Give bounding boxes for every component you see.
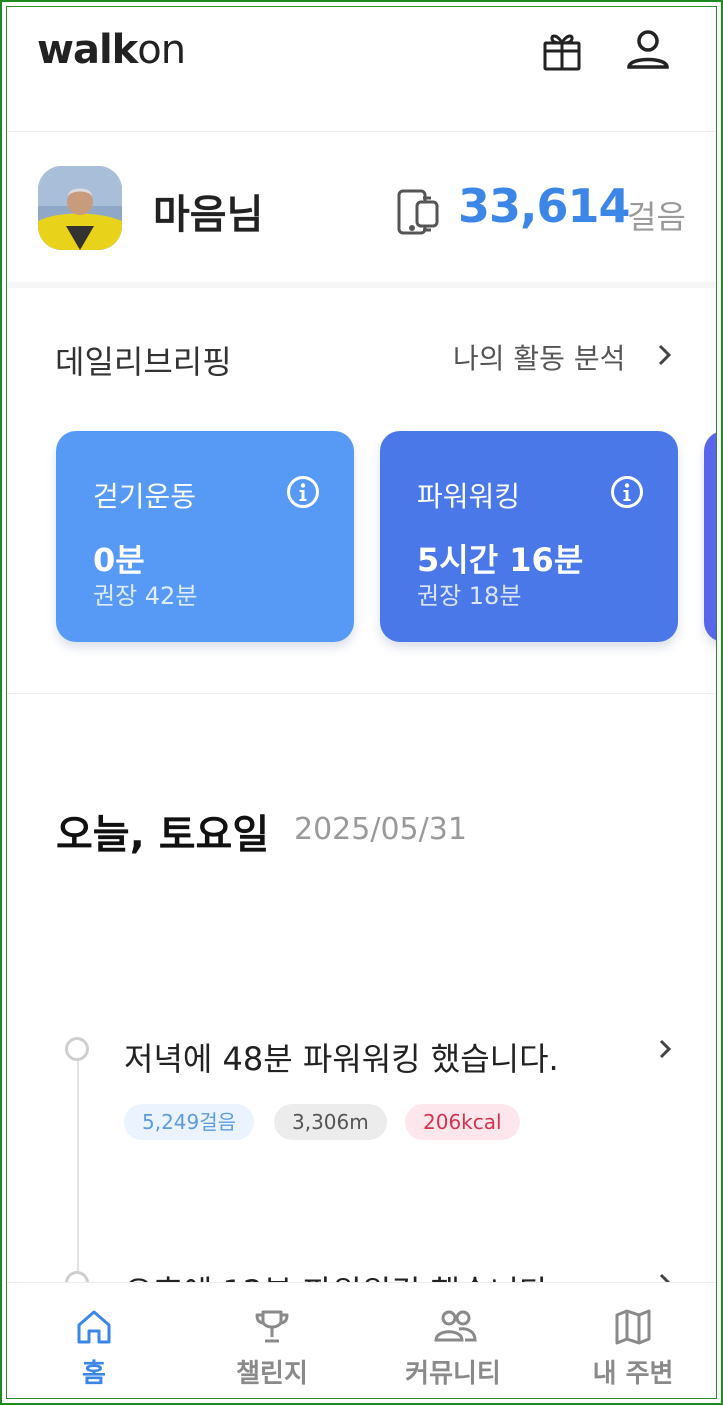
power-walking-card[interactable]: 파워워킹 5시간 16분 권장 18분 bbox=[380, 431, 678, 642]
user-name: 마음님 bbox=[153, 192, 264, 238]
card-value: 0분 bbox=[93, 541, 145, 579]
distance-badge: 3,306m bbox=[274, 1104, 387, 1140]
daily-briefing-title: 데일리브리핑 bbox=[55, 343, 232, 381]
divider bbox=[7, 693, 716, 694]
chevron-right-icon[interactable] bbox=[653, 337, 677, 373]
home-icon bbox=[74, 1307, 114, 1347]
walkon-logo[interactable]: walkon bbox=[37, 27, 186, 73]
nav-nearby[interactable]: 내 주변 bbox=[568, 1283, 698, 1398]
logo-text-bold: walk bbox=[37, 27, 138, 73]
gift-icon[interactable] bbox=[537, 25, 587, 75]
card-title: 파워워킹 bbox=[417, 480, 521, 513]
next-card-peek[interactable] bbox=[704, 431, 716, 642]
info-icon[interactable] bbox=[286, 475, 320, 509]
today-date: 2025/05/31 bbox=[294, 812, 467, 847]
timeline-dot bbox=[65, 1037, 89, 1061]
top-header: walkon bbox=[7, 7, 716, 132]
nav-challenge[interactable]: 챌린지 bbox=[207, 1283, 337, 1398]
activity-analysis-link[interactable]: 나의 활동 분석 bbox=[453, 337, 625, 377]
app-screen: walkon 마음님 33,614 걸음 데일리브리핑 나의 활동 분석 걷기운… bbox=[6, 6, 717, 1399]
activity-title[interactable]: 저녁에 48분 파워워킹 했습니다. bbox=[124, 1034, 559, 1080]
step-unit: 걸음 bbox=[627, 198, 686, 236]
nav-community[interactable]: 커뮤니티 bbox=[388, 1283, 518, 1398]
timeline-line bbox=[77, 1060, 79, 1290]
nav-label: 홈 bbox=[82, 1359, 106, 1389]
card-title: 걷기운동 bbox=[93, 480, 197, 513]
nav-label: 내 주변 bbox=[592, 1359, 674, 1389]
nav-label: 커뮤니티 bbox=[405, 1359, 501, 1389]
steps-badge: 5,249걸음 bbox=[124, 1104, 255, 1140]
card-value: 5시간 16분 bbox=[417, 541, 584, 579]
nav-label: 챌린지 bbox=[236, 1359, 308, 1389]
community-icon bbox=[433, 1307, 477, 1347]
logo-text-light: on bbox=[137, 27, 186, 73]
phone-watch-icon bbox=[395, 188, 443, 238]
step-count: 33,614 bbox=[458, 179, 631, 233]
bottom-navigation: 홈 챌린지 커뮤니티 내 주변 bbox=[7, 1282, 716, 1398]
chevron-right-icon[interactable] bbox=[655, 1033, 677, 1065]
today-title: 오늘, 토요일 bbox=[56, 812, 270, 858]
profile-summary: 마음님 33,614 걸음 bbox=[7, 132, 716, 288]
nav-home[interactable]: 홈 bbox=[29, 1283, 159, 1398]
info-icon[interactable] bbox=[610, 475, 644, 509]
card-recommended: 권장 18분 bbox=[417, 582, 522, 610]
app-frame: walkon 마음님 33,614 걸음 데일리브리핑 나의 활동 분석 걷기운… bbox=[0, 0, 723, 1405]
walking-exercise-card[interactable]: 걷기운동 0분 권장 42분 bbox=[56, 431, 354, 642]
user-icon[interactable] bbox=[623, 25, 673, 75]
trophy-icon bbox=[252, 1307, 292, 1347]
avatar[interactable] bbox=[38, 166, 122, 250]
calorie-badge: 206kcal bbox=[405, 1104, 520, 1140]
card-recommended: 권장 42분 bbox=[93, 582, 198, 610]
map-icon bbox=[613, 1307, 653, 1347]
